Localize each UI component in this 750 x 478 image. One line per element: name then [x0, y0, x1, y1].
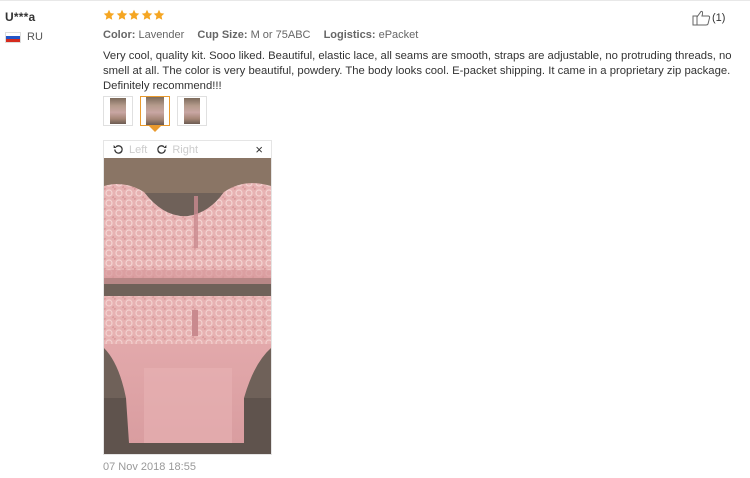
thumbnail-image — [110, 98, 126, 124]
attribute-logistics: Logistics: ePacket — [324, 29, 419, 41]
attribute-color: Color: Lavender — [103, 29, 184, 41]
review-photo-thumbnails — [103, 96, 214, 132]
helpful-count: (1) — [712, 12, 726, 24]
reviewer-name: U***a — [5, 10, 36, 24]
viewer-toolbar: Left Right × — [104, 141, 271, 158]
star-icon — [153, 9, 165, 20]
review-date: 07 Nov 2018 18:55 — [103, 461, 196, 473]
photo-thumbnail[interactable] — [177, 96, 207, 126]
attribute-label: Color: — [103, 29, 136, 41]
star-icon — [128, 9, 140, 20]
close-viewer-button[interactable]: × — [255, 142, 263, 157]
helpful-button[interactable]: (1) — [692, 10, 725, 26]
star-icon — [103, 9, 115, 20]
reviewer-country: RU — [5, 31, 43, 43]
country-code: RU — [27, 31, 43, 43]
rotate-right-button[interactable]: Right — [155, 143, 198, 156]
thumbs-up-icon — [692, 10, 711, 26]
rotate-right-label: Right — [172, 143, 199, 156]
thumbnail-image — [146, 97, 164, 125]
star-icon — [116, 9, 127, 20]
rotate-right-icon — [157, 145, 167, 154]
rotate-left-icon — [113, 145, 123, 154]
star-icon — [141, 9, 152, 20]
attribute-value: M or 75ABC — [250, 29, 311, 41]
photo-thumbnail[interactable] — [103, 96, 133, 126]
top-divider — [0, 0, 750, 1]
product-attributes: Color: Lavender Cup Size: M or 75ABC Log… — [103, 29, 428, 41]
attribute-label: Cup Size: — [197, 29, 248, 41]
selected-caret-icon — [149, 126, 161, 132]
photo-thumbnail-selected[interactable] — [140, 96, 170, 132]
photo-viewer: Left Right × — [103, 140, 272, 455]
russia-flag-icon — [5, 31, 21, 43]
thumbnail-image — [184, 98, 200, 124]
attribute-value: Lavender — [138, 29, 185, 41]
attribute-label: Logistics: — [323, 29, 376, 41]
rotate-left-button[interactable]: Left — [112, 143, 147, 156]
attribute-value: ePacket — [378, 29, 419, 41]
review-text: Very cool, quality kit. Sooo liked. Beau… — [103, 50, 732, 92]
rotate-left-label: Left — [129, 143, 148, 156]
star-rating — [103, 9, 166, 21]
attribute-cup-size: Cup Size: M or 75ABC — [197, 29, 310, 41]
review-photo — [104, 158, 271, 454]
